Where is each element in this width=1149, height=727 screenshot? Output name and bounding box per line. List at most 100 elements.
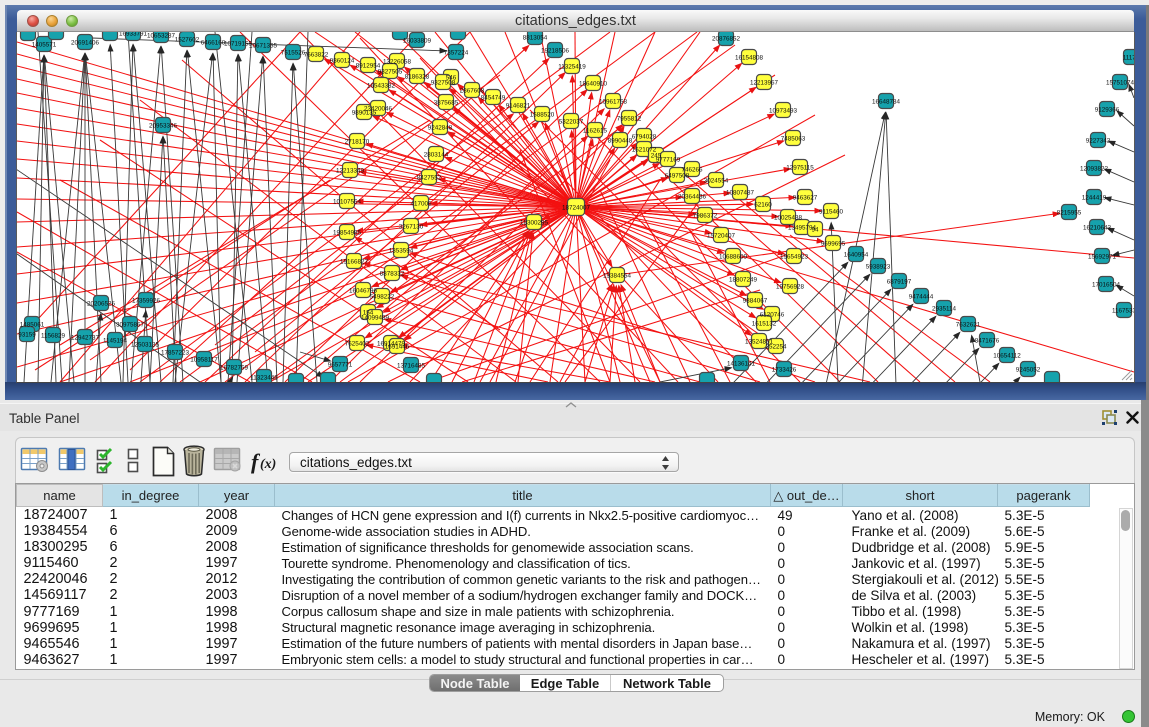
- svg-text:10654112: 10654112: [993, 352, 1021, 359]
- svg-text:2718170: 2718170: [345, 138, 370, 145]
- svg-text:1615132: 1615132: [752, 320, 777, 327]
- svg-text:6794028: 6794028: [632, 133, 657, 140]
- svg-text:1167533: 1167533: [1112, 307, 1134, 314]
- svg-text:14099489: 14099489: [361, 314, 390, 321]
- svg-text:8427552: 8427552: [417, 174, 442, 181]
- svg-text:252254: 252254: [765, 343, 787, 350]
- svg-text:9227342: 9227342: [1086, 137, 1111, 144]
- svg-text:16210643: 16210643: [1083, 224, 1112, 231]
- svg-text:9242848: 9242848: [428, 124, 453, 131]
- svg-text:12213349: 12213349: [336, 167, 365, 174]
- svg-text:2935114: 2935114: [932, 305, 957, 312]
- svg-text:1145194: 1145194: [103, 337, 128, 344]
- svg-text:6497508: 6497508: [665, 172, 690, 179]
- svg-text:8813054: 8813054: [523, 34, 548, 41]
- svg-text:10688609: 10688609: [719, 253, 748, 260]
- svg-text:9884067: 9884067: [743, 297, 768, 304]
- svg-text:11325419: 11325419: [558, 63, 586, 70]
- svg-text:9115460: 9115460: [819, 208, 844, 215]
- svg-text:7515526: 7515526: [281, 49, 306, 56]
- svg-text:16648784: 16648784: [872, 98, 901, 105]
- svg-text:20691406: 20691406: [71, 39, 100, 46]
- svg-text:20364436: 20364436: [678, 193, 707, 200]
- svg-text:17359926: 17359926: [132, 297, 161, 304]
- svg-text:7955812: 7955812: [617, 115, 642, 122]
- svg-text:6466160: 6466160: [201, 39, 226, 46]
- svg-text:62160: 62160: [754, 201, 772, 208]
- svg-text:19756928: 19756928: [776, 283, 805, 290]
- svg-text:18640910: 18640910: [579, 80, 608, 87]
- svg-text:16543382: 16543382: [367, 82, 396, 89]
- svg-text:15751074: 15751074: [1106, 79, 1134, 86]
- svg-text:10958117: 10958117: [190, 356, 218, 363]
- svg-text:7632621: 7632621: [956, 321, 981, 328]
- svg-text:2867608: 2867608: [460, 87, 485, 94]
- svg-text:16782759: 16782759: [220, 364, 249, 371]
- svg-text:9146821: 9146821: [506, 102, 531, 109]
- svg-text:7986372: 7986372: [693, 212, 718, 219]
- svg-text:417006: 417006: [410, 200, 432, 207]
- svg-text:9129366: 9129366: [1095, 106, 1120, 113]
- svg-text:18807249: 18807249: [729, 276, 758, 283]
- svg-text:11174: 11174: [1123, 54, 1134, 61]
- svg-text:1691446: 1691446: [385, 343, 410, 350]
- svg-text:16933791: 16933791: [119, 32, 148, 37]
- svg-text:9474444: 9474444: [909, 293, 934, 300]
- svg-text:1353594: 1353594: [389, 247, 414, 254]
- svg-text:7485063: 7485063: [781, 135, 806, 142]
- svg-text:6120746: 6120746: [760, 311, 785, 318]
- svg-text:93159: 93159: [18, 331, 36, 338]
- svg-text:10653287: 10653287: [147, 32, 176, 39]
- svg-text:94: 94: [811, 226, 819, 233]
- svg-text:1156829: 1156829: [41, 332, 66, 339]
- svg-text:7357224: 7357224: [444, 49, 469, 56]
- svg-text:16033809: 16033809: [403, 37, 432, 44]
- svg-text:12975115: 12975115: [786, 164, 814, 171]
- svg-text:10107554: 10107554: [333, 198, 362, 205]
- svg-text:1733426: 1733426: [772, 366, 797, 373]
- svg-text:9327505: 9327505: [378, 68, 403, 75]
- svg-text:1640954: 1640954: [844, 251, 869, 258]
- svg-text:9890135: 9890135: [352, 109, 377, 116]
- svg-text:18724007: 18724007: [562, 204, 591, 211]
- svg-text:19854985: 19854985: [333, 229, 362, 236]
- svg-text:19166827: 19166827: [340, 258, 369, 265]
- svg-text:16154808: 16154808: [735, 54, 764, 61]
- svg-text:14136141: 14136141: [727, 360, 756, 367]
- svg-text:12942737: 12942737: [71, 334, 100, 341]
- svg-text:10973493: 10973493: [769, 107, 798, 114]
- svg-text:10961758: 10961758: [599, 98, 628, 105]
- svg-text:19384554: 19384554: [603, 272, 632, 279]
- svg-text:17857223: 17857223: [161, 349, 190, 356]
- svg-text:12213967: 12213967: [750, 79, 779, 86]
- svg-text:1588520: 1588520: [530, 111, 555, 118]
- svg-text:13716485: 13716485: [397, 362, 426, 369]
- svg-text:1527602: 1527602: [175, 36, 200, 43]
- svg-text:9463627: 9463627: [793, 194, 818, 201]
- svg-text:9657771: 9657771: [328, 361, 353, 368]
- svg-text:5322037: 5322037: [559, 118, 584, 125]
- svg-text:5498222: 5498222: [370, 293, 395, 300]
- svg-text:8878332: 8878332: [380, 270, 405, 277]
- svg-text:8471676: 8471676: [975, 337, 1000, 344]
- svg-text:8186328: 8186328: [405, 73, 430, 80]
- svg-text:12093822: 12093822: [1080, 165, 1109, 172]
- svg-text:6879197: 6879197: [887, 278, 912, 285]
- svg-text:8990448: 8990448: [608, 137, 633, 144]
- svg-text:1162615: 1162615: [583, 127, 608, 134]
- svg-text:9327508: 9327508: [431, 79, 456, 86]
- svg-text:10807487: 10807487: [726, 189, 755, 196]
- svg-text:30975867: 30975867: [116, 321, 145, 328]
- svg-text:10671355: 10671355: [249, 42, 278, 49]
- svg-text:15692971: 15692971: [1088, 253, 1117, 260]
- svg-text:11323448: 11323448: [250, 374, 278, 381]
- svg-text:19218506: 19218506: [541, 47, 570, 54]
- svg-text:1485061: 1485061: [20, 321, 45, 328]
- svg-text:9699695: 9699695: [821, 240, 846, 247]
- svg-text:5938923: 5938923: [866, 263, 891, 270]
- svg-text:3024554: 3024554: [704, 177, 729, 184]
- svg-text:1405571: 1405571: [32, 41, 57, 48]
- svg-text:17016504: 17016504: [1092, 281, 1121, 288]
- svg-text:8215955: 8215955: [1057, 209, 1082, 216]
- svg-text:12503135: 12503135: [131, 341, 160, 348]
